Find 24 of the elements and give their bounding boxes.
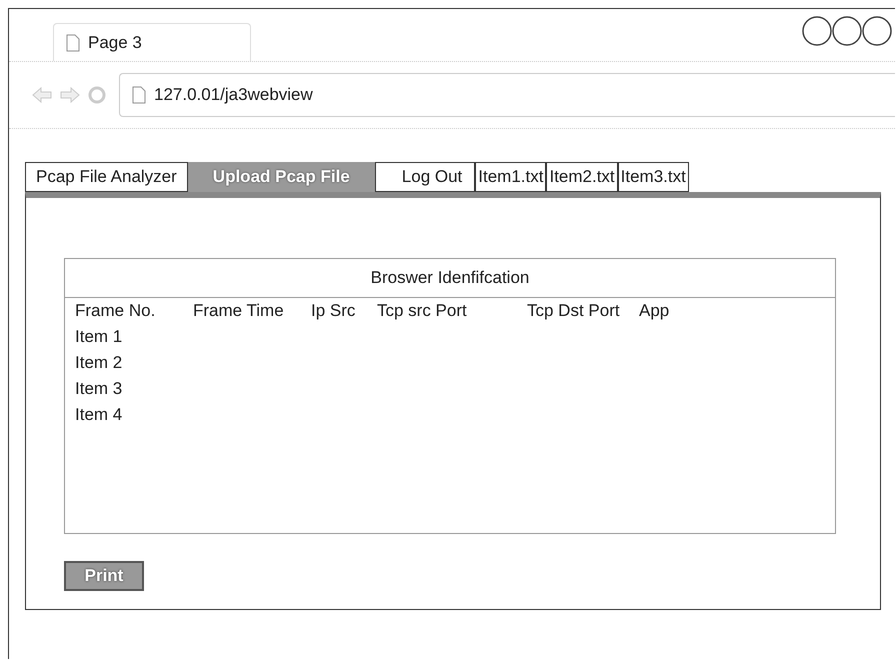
menu-tab[interactable]: Item1.txt bbox=[475, 162, 546, 192]
browser-tab[interactable]: Page 3 bbox=[53, 23, 251, 61]
column-header: Frame Time bbox=[193, 300, 285, 322]
column-header: Frame No. bbox=[75, 300, 156, 322]
menu-tab[interactable]: Item2.txt bbox=[546, 162, 618, 192]
column-header: Tcp src Port bbox=[377, 300, 468, 322]
column-header: Ip Src bbox=[311, 300, 356, 322]
page-icon bbox=[66, 34, 80, 52]
menu-tab[interactable]: Log Out bbox=[374, 162, 476, 192]
table-cell: Item 4 bbox=[75, 405, 122, 424]
table-cell: Item 3 bbox=[75, 379, 122, 398]
back-icon[interactable] bbox=[31, 86, 53, 104]
address-bar[interactable]: 127.0.01/ja3webview bbox=[119, 73, 895, 117]
forward-icon[interactable] bbox=[59, 86, 81, 104]
column-header: App bbox=[639, 300, 670, 322]
table-cell: Item 2 bbox=[75, 353, 122, 372]
tab-title: Page 3 bbox=[88, 32, 142, 52]
menu-tab[interactable]: Pcap File Analyzer bbox=[25, 162, 188, 192]
reload-icon[interactable] bbox=[87, 85, 107, 105]
page-icon bbox=[132, 86, 146, 104]
menu-tab[interactable]: Item3.txt bbox=[618, 162, 689, 192]
column-header: Tcp Dst Port bbox=[527, 300, 621, 322]
table-title: Broswer Idenfifcation bbox=[65, 259, 835, 298]
table-cell: Item 1 bbox=[75, 327, 122, 346]
